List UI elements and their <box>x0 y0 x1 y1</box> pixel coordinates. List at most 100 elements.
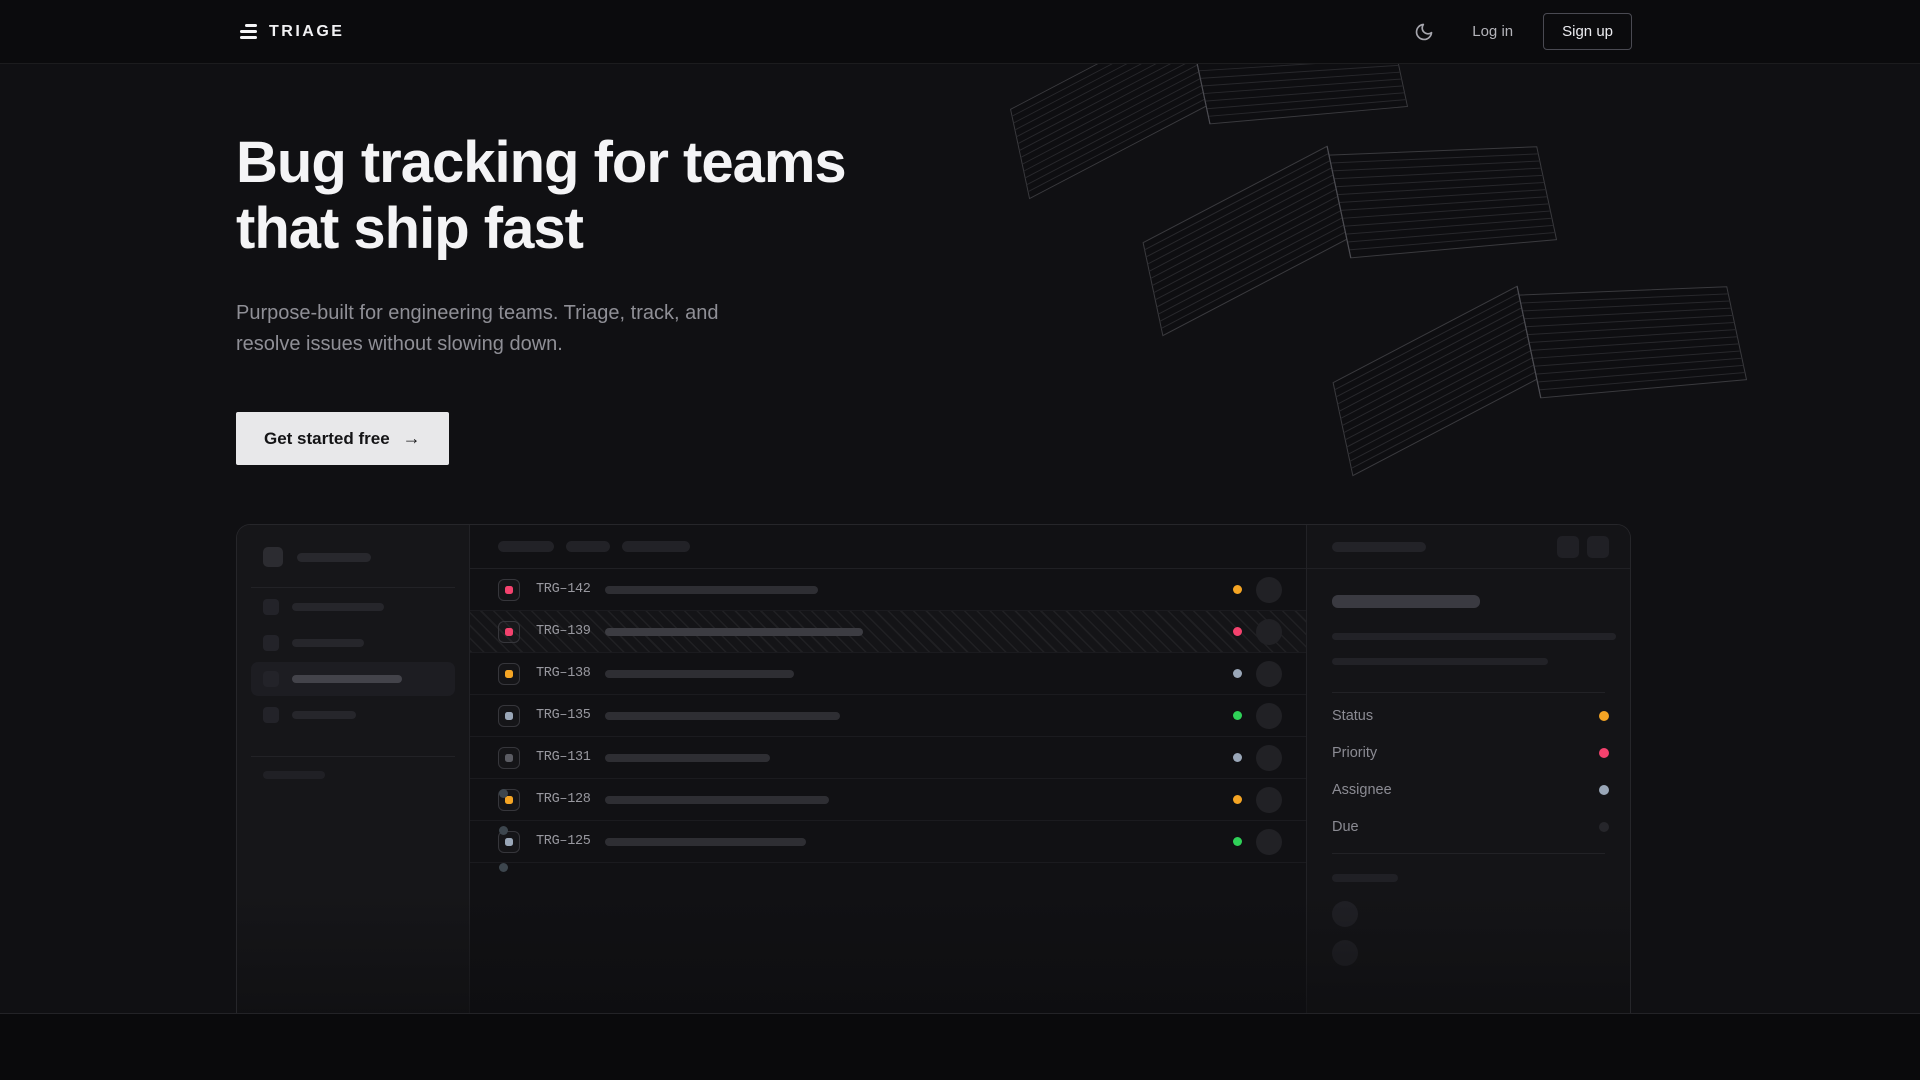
detail-field-dot <box>1599 748 1609 758</box>
assignee-avatar <box>1256 829 1282 855</box>
detail-field-dot <box>1599 711 1609 721</box>
priority-icon <box>498 579 520 601</box>
nav-item-icon <box>263 635 279 651</box>
workspace-avatar <box>263 547 283 567</box>
issue-title-placeholder <box>605 838 806 846</box>
mockup-issue-row: TRG–139 <box>470 611 1306 653</box>
sign-up-button[interactable]: Sign up <box>1543 13 1632 50</box>
nav-item-label-placeholder <box>292 639 364 647</box>
hero-title: Bug tracking for teams that ship fast <box>236 130 846 262</box>
detail-breadcrumb-placeholder <box>1332 542 1426 552</box>
detail-field-dot <box>1599 822 1609 832</box>
assignee-avatar <box>1256 577 1282 603</box>
detail-action-button-placeholder <box>1557 536 1579 558</box>
issue-id: TRG–138 <box>536 666 591 681</box>
hero-subtitle-line-1: Purpose-built for engineering teams. Tri… <box>236 302 718 324</box>
mockup-issue-row: TRG–142 <box>470 569 1306 611</box>
sidebar-divider <box>251 756 455 757</box>
mockup-sidebar <box>237 525 470 1013</box>
detail-toolbar <box>1307 525 1630 569</box>
get-started-button[interactable]: Get started free → <box>236 412 449 465</box>
hero-title-line-2: that ship fast <box>236 196 583 261</box>
theme-toggle-button[interactable] <box>1406 14 1442 50</box>
issue-title-placeholder <box>605 712 840 720</box>
priority-dot <box>505 838 513 846</box>
issue-id: TRG–142 <box>536 582 591 597</box>
detail-description-placeholder <box>1332 633 1616 640</box>
filter-chip-placeholder <box>566 541 610 552</box>
workspace-name-placeholder <box>297 553 371 562</box>
hero-title-line-1: Bug tracking for teams <box>236 130 846 195</box>
priority-dot <box>505 670 513 678</box>
issue-id: TRG–135 <box>536 708 591 723</box>
list-toolbar <box>470 525 1306 569</box>
assignee-avatar <box>1256 703 1282 729</box>
mockup-issue-row: TRG–128 <box>470 779 1306 821</box>
mockup-issue-list: TRG–142 TRG–139 TRG–138 TRG–135 TRG–131 <box>470 525 1307 1013</box>
moon-icon <box>1414 22 1434 42</box>
detail-title-placeholder <box>1332 595 1480 608</box>
detail-field-row: Status <box>1307 697 1630 734</box>
sidebar-nav-item <box>251 698 455 732</box>
detail-divider <box>1332 692 1605 693</box>
assignee-avatar <box>1256 619 1282 645</box>
activity-avatar <box>1332 940 1358 966</box>
status-dot <box>1233 585 1242 594</box>
assignee-avatar <box>1256 745 1282 771</box>
activity-section-placeholder <box>1332 874 1398 882</box>
issue-title-placeholder <box>605 754 770 762</box>
get-started-label: Get started free <box>264 429 390 449</box>
issue-title-placeholder <box>605 796 829 804</box>
status-dot <box>1233 711 1242 720</box>
priority-icon <box>498 663 520 685</box>
label-dot <box>499 789 508 798</box>
mockup-issue-row: TRG–138 <box>470 653 1306 695</box>
detail-field-dot <box>1599 785 1609 795</box>
nav-actions: Log in Sign up <box>1406 13 1632 50</box>
sidebar-nav-item <box>251 590 455 624</box>
detail-action-button-placeholder <box>1587 536 1609 558</box>
nav-item-label-placeholder <box>292 711 356 719</box>
status-dot <box>1233 669 1242 678</box>
detail-field-label: Due <box>1332 819 1359 835</box>
filter-chip-placeholder <box>498 541 554 552</box>
detail-divider <box>1332 853 1605 854</box>
priority-icon <box>498 705 520 727</box>
brand-logo[interactable]: TRIAGE <box>240 23 344 41</box>
detail-description-placeholder <box>1332 658 1548 665</box>
mockup-issue-row: TRG–125 <box>470 821 1306 863</box>
priority-icon <box>498 747 520 769</box>
status-dot <box>1233 837 1242 846</box>
log-in-link[interactable]: Log in <box>1472 23 1513 40</box>
mockup-detail-panel: Status Priority Assignee Due <box>1307 525 1630 1013</box>
app-mockup-window: TRG–142 TRG–139 TRG–138 TRG–135 TRG–131 <box>236 524 1631 1013</box>
brand-name: TRIAGE <box>269 23 344 41</box>
sidebar-section-placeholder <box>263 771 325 779</box>
sidebar-divider <box>251 587 455 588</box>
issue-id: TRG–128 <box>536 792 591 807</box>
wireframe-sheets-art <box>900 20 1760 500</box>
activity-avatar <box>1332 901 1358 927</box>
priority-icon <box>498 621 520 643</box>
label-dot <box>499 863 508 872</box>
assignee-avatar <box>1256 661 1282 687</box>
hero-subtitle-line-2: resolve issues without slowing down. <box>236 333 563 355</box>
detail-field-label: Assignee <box>1332 782 1392 798</box>
triage-logo-icon <box>240 24 257 39</box>
issue-id: TRG–139 <box>536 624 591 639</box>
top-nav: TRIAGE Log in Sign up <box>0 0 1920 64</box>
mockup-issue-row: TRG–131 <box>470 737 1306 779</box>
priority-dot <box>505 712 513 720</box>
sidebar-nav-item <box>251 626 455 660</box>
mockup-workspace-header <box>237 525 469 567</box>
nav-item-label-placeholder <box>292 603 384 611</box>
mockup-issue-row: TRG–135 <box>470 695 1306 737</box>
label-dot <box>499 826 508 835</box>
nav-item-icon <box>263 599 279 615</box>
nav-item-label-placeholder <box>292 675 402 683</box>
detail-field-label: Priority <box>1332 745 1377 761</box>
detail-field-row: Assignee <box>1307 771 1630 808</box>
priority-dot <box>505 586 513 594</box>
status-dot <box>1233 627 1242 636</box>
priority-dot <box>505 754 513 762</box>
